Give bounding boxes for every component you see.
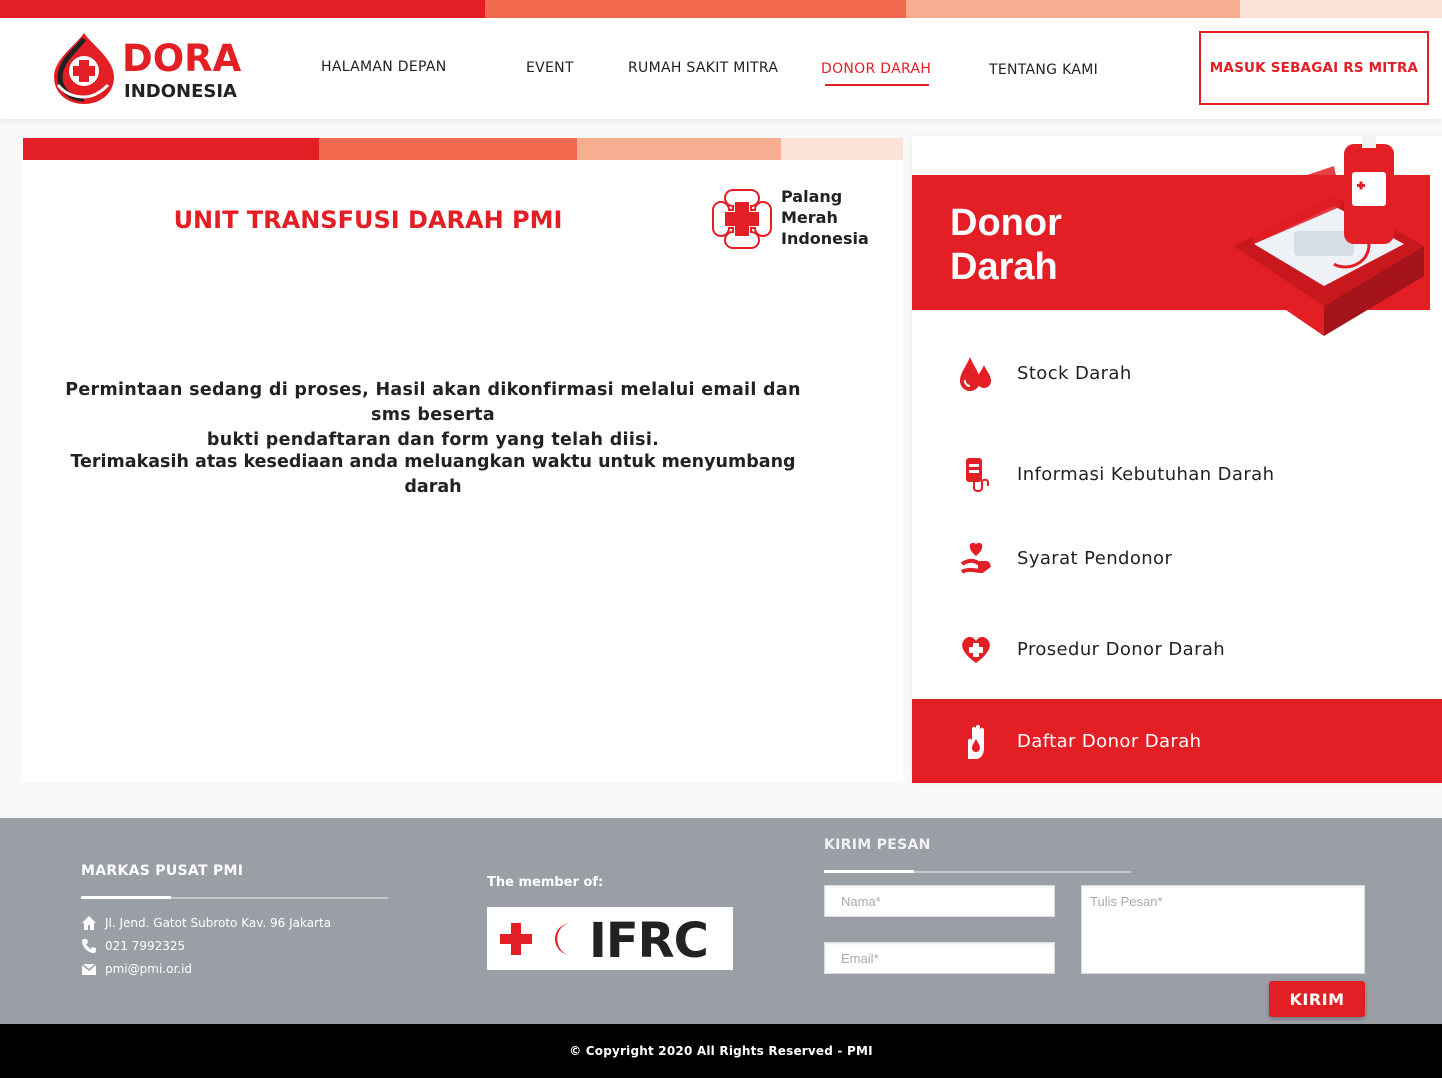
pmi-logo-line: Indonesia — [781, 229, 869, 248]
top-color-stripe — [0, 0, 1442, 18]
nav-active-underline — [825, 84, 929, 86]
page-title: UNIT TRANSFUSI DARAH PMI — [173, 206, 563, 234]
hand-drop-icon — [956, 721, 996, 761]
sidebar-title-line: Darah — [950, 246, 1058, 288]
sidebar-item-label: Stock Darah — [1017, 362, 1132, 384]
blood-drops-icon — [956, 353, 996, 393]
nav-tentang-kami[interactable]: TENTANG KAMI — [989, 62, 1098, 78]
ifrc-text: IFRC — [589, 913, 709, 969]
sidebar-item-daftar-donor-darah[interactable]: Daftar Donor Darah — [912, 699, 1442, 783]
confirmation-message: Permintaan sedang di proses, Hasil akan … — [43, 378, 823, 453]
blood-bag-icon — [956, 454, 996, 494]
heart-cross-icon — [956, 629, 996, 669]
red-cross-crescent-icon — [500, 923, 571, 955]
footer: MARKAS PUSAT PMI Jl. Jend. Gatot Subroto… — [0, 818, 1442, 1024]
sidebar-item-syarat-pendonor[interactable]: Syarat Pendonor — [912, 528, 1442, 588]
hq-heading: MARKAS PUSAT PMI — [81, 863, 244, 879]
thank-you-message: Terimakasih atas kesediaan anda meluangk… — [70, 452, 796, 497]
main-color-stripe — [23, 138, 903, 160]
login-rs-mitra-button[interactable]: MASUK SEBAGAI RS MITRA — [1199, 31, 1429, 105]
blood-kit-illustration — [1234, 136, 1424, 336]
donor-sidebar: Donor Darah Stock Darah Informasi Kebutu… — [912, 136, 1442, 783]
contact-divider-accent — [824, 870, 914, 873]
sidebar-title-line: Donor — [950, 202, 1062, 244]
sidebar-item-label: Prosedur Donor Darah — [1017, 638, 1226, 660]
hq-divider-accent — [81, 896, 171, 899]
pmi-logo-line: Palang — [781, 187, 843, 206]
sidebar-item-label: Daftar Donor Darah — [1017, 730, 1202, 752]
main-content-card: UNIT TRANSFUSI DARAH PMI Palang Merah In… — [23, 160, 903, 782]
pmi-cross-icon — [712, 189, 772, 249]
dora-drop-icon — [54, 33, 114, 104]
logo-subtitle: INDONESIA — [124, 81, 237, 102]
sidebar-item-label: Syarat Pendonor — [1017, 547, 1173, 569]
sidebar-item-prosedur-donor-darah[interactable]: Prosedur Donor Darah — [912, 619, 1442, 679]
mail-icon — [81, 961, 97, 977]
nav-event[interactable]: EVENT — [526, 60, 574, 76]
email-row: pmi@pmi.or.id — [81, 961, 192, 977]
heart-hand-icon — [956, 538, 996, 578]
send-button[interactable]: KIRIM — [1269, 981, 1365, 1017]
nav-donor-darah[interactable]: DONOR DARAH — [821, 61, 931, 77]
copyright-bar: © Copyright 2020 All Rights Reserved - P… — [0, 1024, 1442, 1078]
logo-title: DORA — [122, 37, 242, 80]
message-textarea[interactable] — [1081, 885, 1365, 974]
address-row: Jl. Jend. Gatot Subroto Kav. 96 Jakarta — [81, 915, 331, 931]
nav-halaman-depan[interactable]: HALAMAN DEPAN — [321, 59, 447, 75]
email-input[interactable] — [824, 942, 1055, 974]
phone-text[interactable]: 021 7992325 — [105, 939, 185, 953]
pmi-logo: Palang Merah Indonesia — [711, 186, 881, 250]
sidebar-title: Donor Darah — [950, 201, 1110, 289]
email-text[interactable]: pmi@pmi.or.id — [105, 962, 192, 976]
sidebar-item-stock-darah[interactable]: Stock Darah — [912, 343, 1442, 403]
header: DORA INDONESIA HALAMAN DEPAN EVENT RUMAH… — [0, 18, 1442, 119]
address-text: Jl. Jend. Gatot Subroto Kav. 96 Jakarta — [105, 916, 332, 930]
pmi-logo-line: Merah — [781, 208, 838, 227]
confirmation-line-1: Permintaan sedang di proses, Hasil akan … — [65, 380, 801, 425]
phone-row: 021 7992325 — [81, 938, 185, 954]
sidebar-item-label: Informasi Kebutuhan Darah — [1017, 463, 1275, 485]
nav-rumah-sakit-mitra[interactable]: RUMAH SAKIT MITRA — [628, 60, 778, 76]
contact-heading: KIRIM PESAN — [824, 837, 931, 853]
ifrc-logo[interactable]: IFRC — [487, 907, 733, 970]
name-input[interactable] — [824, 885, 1055, 917]
pmi-logo-text: Palang Merah Indonesia — [781, 186, 869, 249]
home-icon — [81, 915, 97, 931]
phone-icon — [81, 938, 97, 954]
member-label: The member of: — [487, 875, 604, 890]
copyright-text: © Copyright 2020 All Rights Reserved - P… — [569, 1044, 873, 1058]
dora-logo[interactable]: DORA INDONESIA — [46, 31, 256, 107]
sidebar-item-informasi-kebutuhan-darah[interactable]: Informasi Kebutuhan Darah — [912, 444, 1442, 504]
